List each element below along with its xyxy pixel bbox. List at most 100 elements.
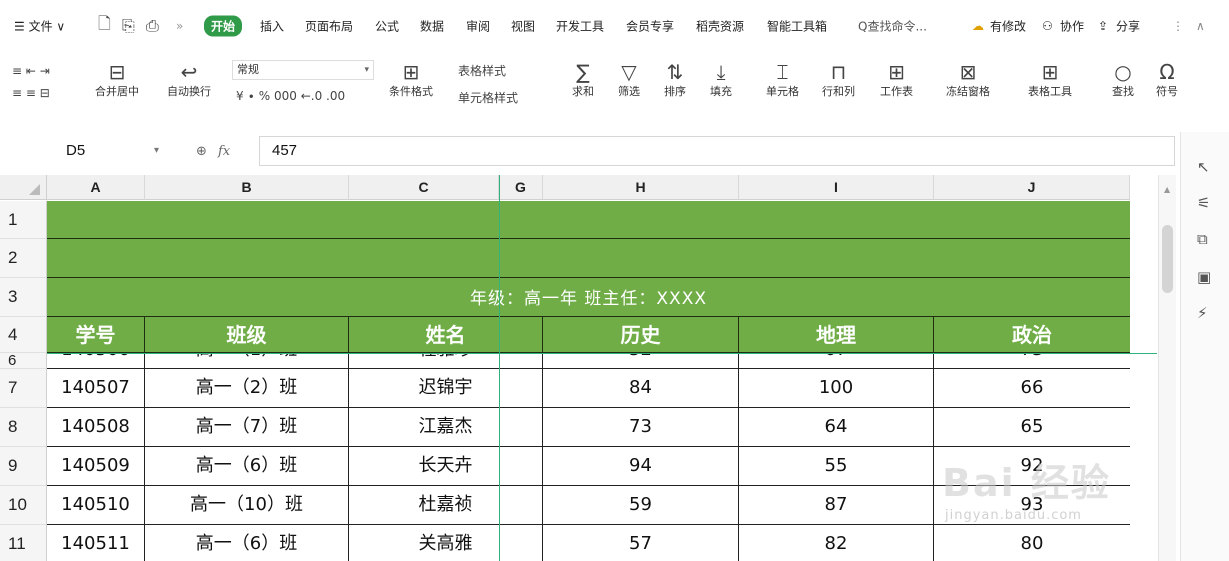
tab-member[interactable]: 会员专享: [626, 18, 674, 35]
merge-center-button[interactable]: ⊟ 合并居中: [95, 60, 139, 100]
col-header-C[interactable]: C: [349, 175, 499, 200]
cell[interactable]: 140508: [47, 408, 145, 447]
cell[interactable]: 66: [934, 369, 1130, 408]
collapse-ribbon-icon[interactable]: ∧: [1196, 19, 1205, 33]
col-header-I[interactable]: I: [739, 175, 934, 200]
cell[interactable]: 长天卉: [349, 447, 543, 486]
tab-formula[interactable]: 公式: [375, 18, 399, 35]
header-id[interactable]: 学号: [47, 317, 145, 353]
fill-button[interactable]: ⤓ 填充: [710, 60, 732, 100]
vertical-scrollbar[interactable]: ▲: [1158, 175, 1176, 561]
cell[interactable]: 73: [934, 353, 1130, 368]
row-header-4[interactable]: 4: [0, 317, 47, 353]
cell[interactable]: 140507: [47, 369, 145, 408]
tab-insert[interactable]: 插入: [260, 18, 284, 35]
cell-style-button[interactable]: 单元格样式: [458, 89, 518, 106]
row-header-8[interactable]: 8: [0, 408, 47, 447]
share-button[interactable]: 分享: [1116, 18, 1140, 35]
align-center-icon[interactable]: ≡ ≡ ⊟: [12, 86, 50, 100]
collab-button[interactable]: 协作: [1060, 18, 1084, 35]
filter-button[interactable]: ▽ 筛选: [618, 60, 640, 100]
tab-start[interactable]: 开始: [204, 15, 243, 37]
col-header-A[interactable]: A: [47, 175, 145, 200]
save-icon[interactable]: 🗋: [98, 13, 111, 40]
row-header-1[interactable]: 1: [0, 201, 47, 239]
table-tools-button[interactable]: ⊞ 表格工具: [1028, 60, 1072, 100]
col-header-H[interactable]: H: [543, 175, 739, 200]
row-header-10[interactable]: 10: [0, 486, 47, 525]
sort-button[interactable]: ⇅ 排序: [664, 60, 686, 100]
name-box[interactable]: D5 ▾: [57, 136, 165, 166]
cell[interactable]: 程雅珍: [349, 353, 543, 368]
cell[interactable]: 高一（6）班: [145, 525, 349, 561]
row-header-9[interactable]: 9: [0, 447, 47, 486]
col-header-J[interactable]: J: [934, 175, 1130, 200]
cell[interactable]: 87: [739, 486, 934, 525]
col-header-B[interactable]: B: [145, 175, 349, 200]
cell[interactable]: 高一（2）班: [145, 369, 349, 408]
cell[interactable]: 52: [543, 353, 739, 368]
more-icon[interactable]: »: [176, 19, 183, 33]
cell[interactable]: 73: [543, 408, 739, 447]
cell[interactable]: 65: [934, 408, 1130, 447]
row-col-button[interactable]: ⊓ 行和列: [822, 60, 855, 100]
row-header-2[interactable]: 2: [0, 239, 47, 278]
symbol-button[interactable]: Ω 符号: [1156, 60, 1178, 100]
print-icon[interactable]: ⎙: [146, 16, 159, 36]
currency-tools[interactable]: ¥ ∙ % 000 ←.0 .00: [236, 89, 345, 103]
cell[interactable]: 140509: [47, 447, 145, 486]
cell[interactable]: 140511: [47, 525, 145, 561]
cond-format-button[interactable]: ⊞ 条件格式: [389, 60, 433, 100]
cell[interactable]: 杜嘉祯: [349, 486, 543, 525]
cell[interactable]: 迟锦宇: [349, 369, 543, 408]
cell[interactable]: 59: [543, 486, 739, 525]
more-menu-icon[interactable]: ⋮: [1172, 19, 1184, 33]
cell[interactable]: 64: [739, 408, 934, 447]
tab-smart-tools[interactable]: 智能工具箱: [767, 18, 827, 35]
select-all-corner[interactable]: [0, 175, 47, 200]
modified-label[interactable]: 有修改: [990, 18, 1026, 35]
tab-page-layout[interactable]: 页面布局: [305, 18, 353, 35]
find-button[interactable]: ○ 查找: [1112, 60, 1134, 100]
panel-icon[interactable]: ⧉: [1197, 230, 1208, 248]
cell[interactable]: 江嘉杰: [349, 408, 543, 447]
tab-dev-tools[interactable]: 开发工具: [556, 18, 604, 35]
header-class[interactable]: 班级: [145, 317, 349, 353]
image-icon[interactable]: ▣: [1197, 268, 1211, 286]
wrap-text-button[interactable]: ↩ 自动换行: [167, 60, 211, 100]
cell-button[interactable]: ⌶ 单元格: [766, 60, 799, 100]
header-geography[interactable]: 地理: [739, 317, 934, 353]
cell[interactable]: 84: [543, 369, 739, 408]
export-icon[interactable]: ⎘: [122, 16, 135, 36]
cell[interactable]: 高一（10）班: [145, 486, 349, 525]
sum-button[interactable]: ∑ 求和: [572, 60, 594, 100]
cell[interactable]: 57: [543, 525, 739, 561]
cell[interactable]: 94: [543, 447, 739, 486]
cell[interactable]: 140510: [47, 486, 145, 525]
cell[interactable]: 82: [739, 525, 934, 561]
table-style-button[interactable]: 表格样式: [458, 62, 506, 79]
freeze-button[interactable]: ⊠ 冻结窗格: [946, 60, 990, 100]
fx-icon[interactable]: fx: [218, 144, 230, 159]
tab-view[interactable]: 视图: [511, 18, 535, 35]
row-header-6[interactable]: 6: [0, 352, 47, 369]
cell[interactable]: 140506: [47, 353, 145, 368]
number-format-select[interactable]: 常规 ▾: [232, 60, 374, 80]
header-history[interactable]: 历史: [543, 317, 739, 353]
cell[interactable]: 67: [739, 353, 934, 368]
row-header-7[interactable]: 7: [0, 369, 47, 408]
row-header-3[interactable]: 3: [0, 278, 47, 317]
cell[interactable]: 100: [739, 369, 934, 408]
tab-review[interactable]: 审阅: [466, 18, 490, 35]
scroll-thumb[interactable]: [1162, 225, 1173, 293]
header-name[interactable]: 姓名: [349, 317, 543, 353]
cell[interactable]: 55: [739, 447, 934, 486]
file-menu[interactable]: ☰ 文件 ∨: [14, 18, 65, 35]
zoom-icon[interactable]: ⊕: [196, 144, 207, 159]
cursor-icon[interactable]: ↖: [1197, 158, 1210, 176]
tab-data[interactable]: 数据: [420, 18, 444, 35]
formula-input[interactable]: 457: [259, 136, 1175, 166]
header-politics[interactable]: 政治: [934, 317, 1130, 353]
row-header-11[interactable]: 11: [0, 525, 47, 561]
cell[interactable]: 高一（1）班: [145, 353, 349, 368]
